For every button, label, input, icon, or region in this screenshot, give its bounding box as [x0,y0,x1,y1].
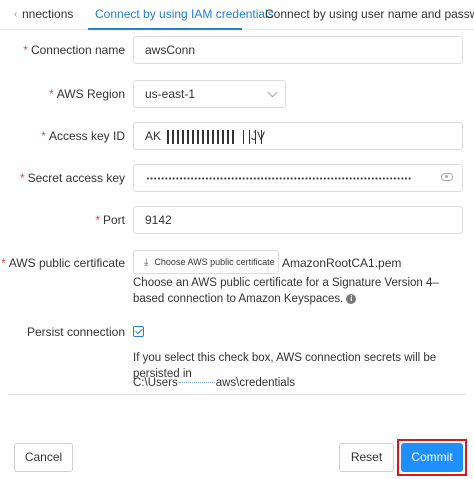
show-password-icon[interactable] [441,173,453,181]
certificate-label: * AWS public certificate [1,256,125,270]
required-marker: * [19,171,25,185]
secret-access-key-input[interactable] [133,164,463,192]
required-marker: * [23,43,28,57]
connection-name-label: * Connection name [23,43,125,57]
aws-region-value: us-east-1 [145,87,196,101]
cancel-button[interactable]: Cancel [14,443,73,472]
required-marker: * [95,213,100,227]
port-value: 9142 [145,213,172,227]
aws-region-select[interactable]: us-east-1 [133,80,286,108]
certificate-label-text: AWS public certificate [8,256,125,270]
certificate-help-content: Choose an AWS public certificate for a S… [133,277,439,305]
credentials-path: C:\Users aws\credentials [133,377,295,389]
connection-name-input[interactable]: awsConn [133,36,463,64]
certificate-file-name: AmazonRootCA1.pem [282,256,402,270]
access-key-id-label: * Access key ID [41,129,125,143]
credentials-path-suffix: aws\credentials [215,377,295,389]
upload-icon: ⤓ [144,257,149,268]
credentials-path-prefix: C:\Users [133,377,178,389]
commit-button[interactable]: Commit [401,443,463,472]
tab-iam-credentials[interactable]: Connect by using IAM credentials [95,7,274,21]
port-input[interactable]: 9142 [133,206,463,234]
required-marker: * [41,129,46,143]
secret-access-key-label: * Secret access key [20,171,125,185]
connection-name-value: awsConn [145,43,196,57]
chevron-left-icon[interactable]: ‹ [14,9,17,20]
certificate-help-text: Choose an AWS public certificate for a S… [133,275,463,307]
port-label: * Port [95,213,125,227]
footer-divider [8,394,466,395]
redacted-username [178,382,215,384]
access-key-suffix: JV [251,129,266,143]
persist-connection-label: Persist connection [26,325,125,339]
redaction-mark [167,130,237,144]
aws-region-label-text: AWS Region [56,87,125,101]
access-key-prefix: AK [145,129,162,143]
secret-access-key-label-text: Secret access key [27,171,125,185]
connection-tabs: ‹ nnections Connect by using IAM credent… [0,0,474,30]
info-icon[interactable]: i [346,293,357,304]
masked-secret-value [146,177,412,180]
tab-connections[interactable]: nnections [22,7,73,21]
aws-region-label: * AWS Region [49,87,125,101]
required-marker: * [49,87,54,101]
active-tab-indicator [88,28,242,30]
port-label-text: Port [102,213,125,227]
choose-certificate-button[interactable]: ⤓ Choose AWS public certificate [133,250,279,274]
access-key-id-input[interactable]: AK JV [133,122,463,150]
persist-connection-checkbox[interactable] [133,326,144,337]
required-marker: * [1,256,6,270]
connection-name-label-text: Connection name [30,43,125,57]
chevron-down-icon [267,87,278,98]
tab-username-password[interactable]: Connect by using user name and password [265,7,474,21]
reset-button[interactable]: Reset [339,443,394,472]
access-key-id-label-text: Access key ID [48,129,125,143]
choose-certificate-label: Choose AWS public certificate [154,257,275,267]
